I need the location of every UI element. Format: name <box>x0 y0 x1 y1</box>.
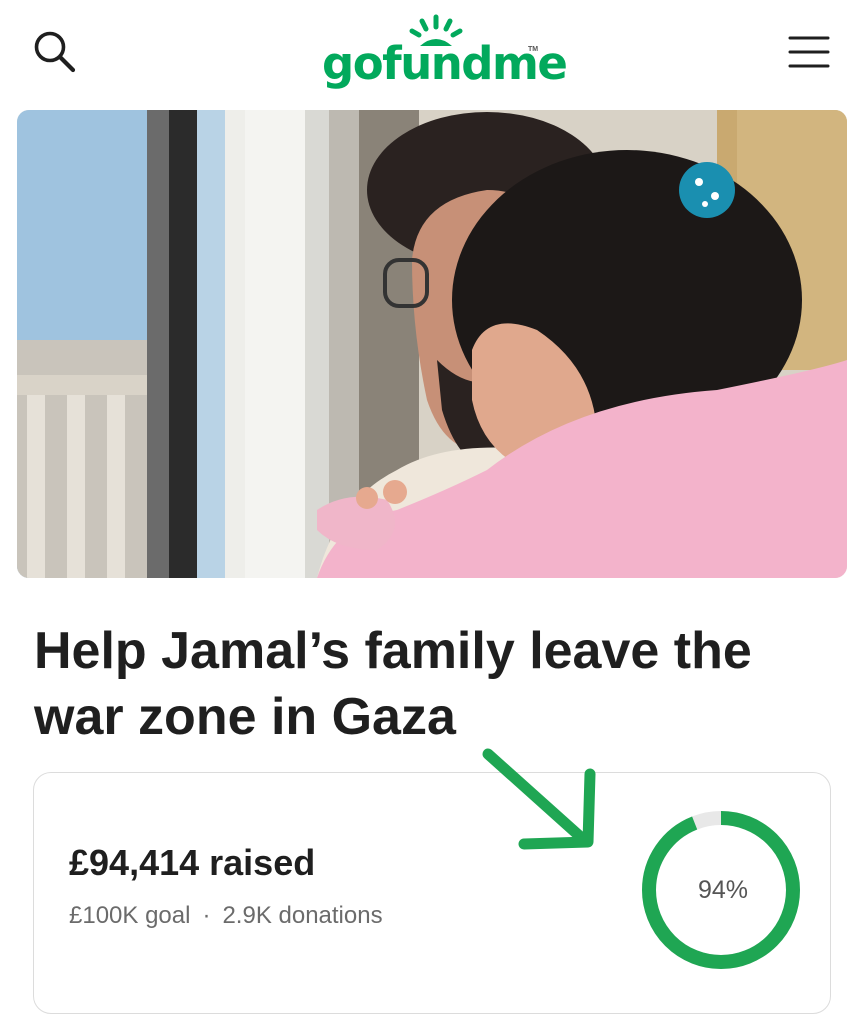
hamburger-menu-icon <box>788 36 830 68</box>
amount-raised: £94,414 raised <box>69 842 316 883</box>
fundraiser-hero-image[interactable] <box>17 110 847 578</box>
search-button[interactable] <box>30 28 80 78</box>
goal-and-donations: £100K goal · 2.9K donations <box>69 901 383 931</box>
top-header: gofundme TM <box>0 0 864 100</box>
donation-progress-card[interactable]: £94,414 raised £100K goal · 2.9K donations… <box>33 772 831 1014</box>
menu-button[interactable] <box>786 32 832 72</box>
meta-separator: · <box>202 902 211 929</box>
campaign-title: Help Jamal’s family leave the war zone i… <box>34 622 752 746</box>
donation-count: 2.9K donations <box>222 902 383 929</box>
arrow-annotation-icon <box>482 748 596 850</box>
logo-wordmark: gofundme <box>322 37 568 90</box>
logo-trademark: TM <box>528 46 539 53</box>
fundraiser-photo <box>17 110 847 578</box>
search-icon <box>34 31 76 73</box>
goal-amount: £100K goal <box>69 902 191 929</box>
progress-percent: 94% <box>697 875 749 904</box>
gofundme-logo[interactable]: gofundme TM <box>322 14 568 96</box>
